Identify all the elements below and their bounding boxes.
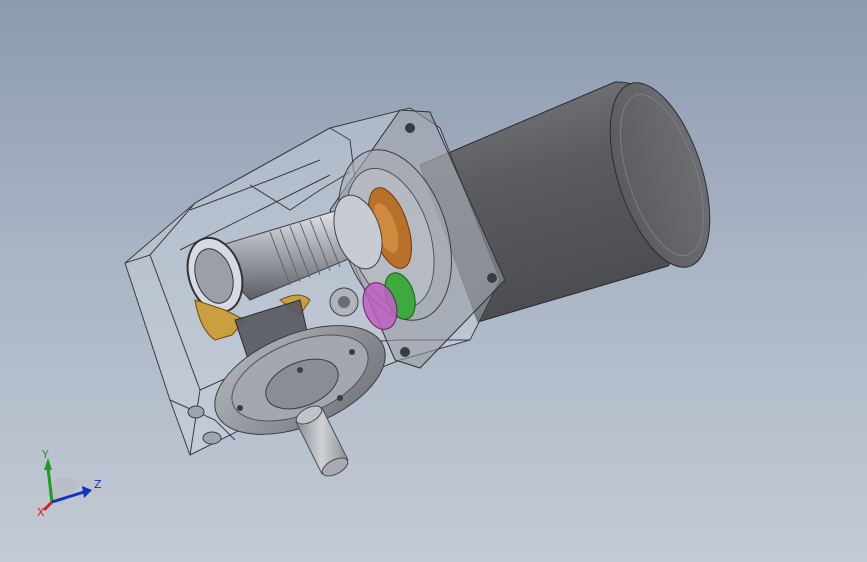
cad-viewport[interactable]: Y Z X <box>0 0 867 562</box>
x-axis-label: X <box>37 506 45 519</box>
coordinate-triad: Y Z X <box>37 448 102 519</box>
x-axis-arrow <box>42 500 54 512</box>
output-shaft[interactable] <box>293 402 350 480</box>
y-axis-arrow <box>46 467 54 503</box>
gearmotor-3d-model[interactable] <box>0 0 867 562</box>
z-axis-label: Z <box>94 478 102 491</box>
y-axis-label: Y <box>41 448 49 461</box>
